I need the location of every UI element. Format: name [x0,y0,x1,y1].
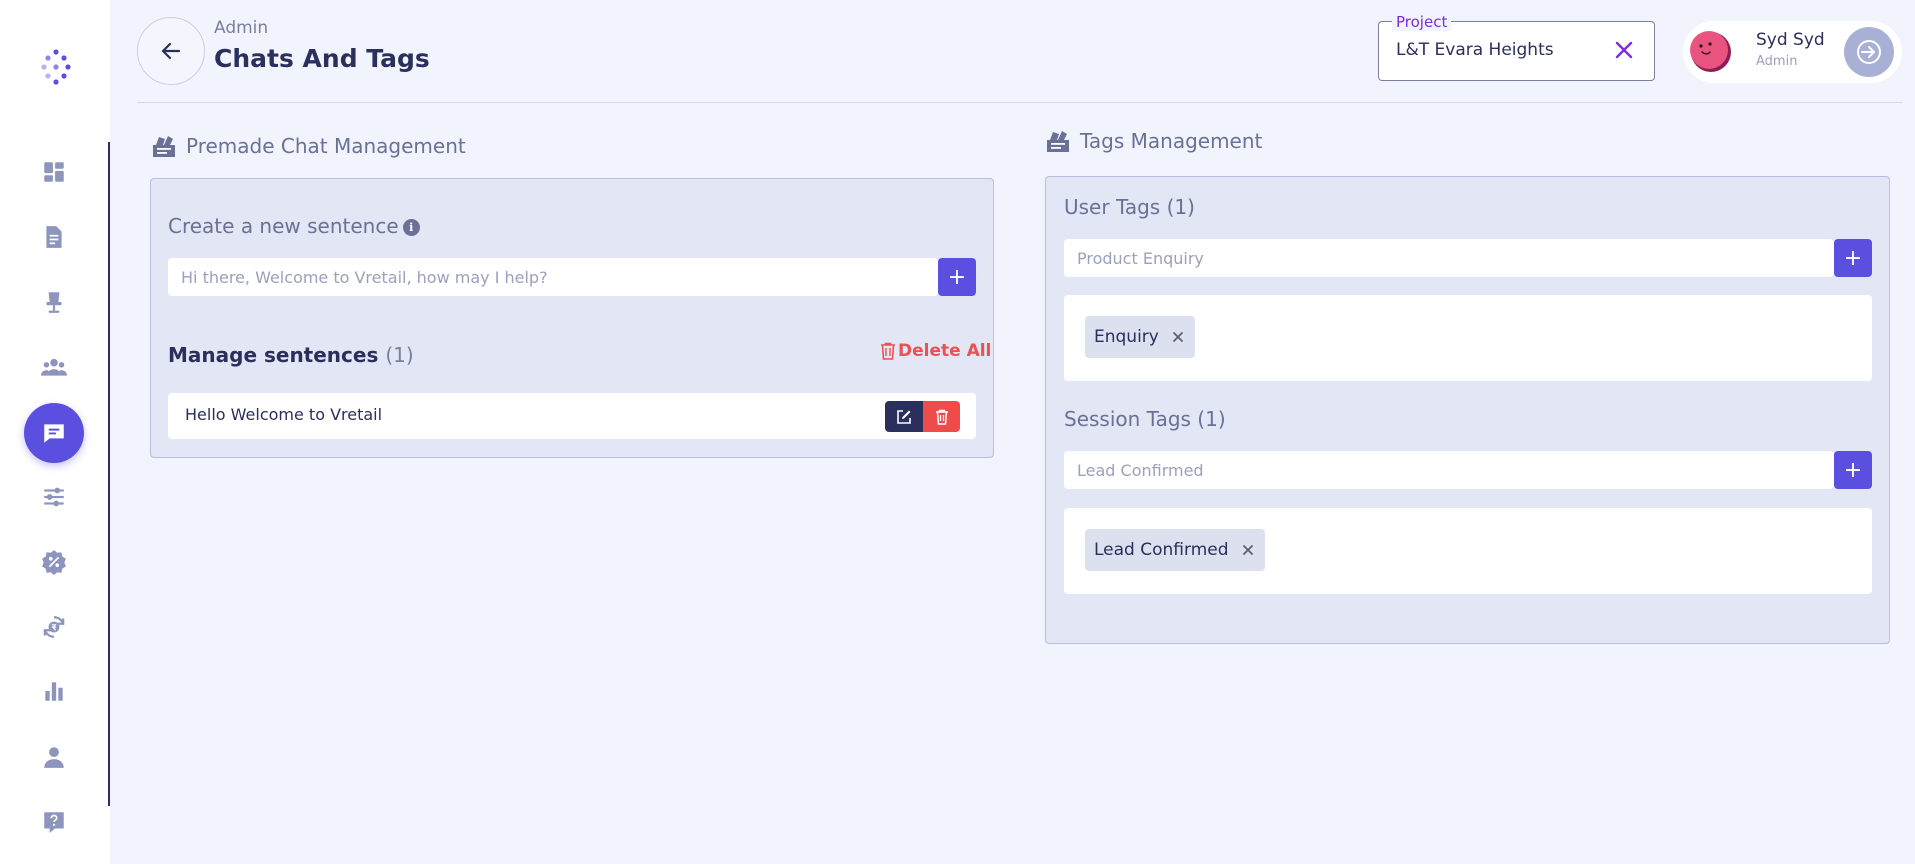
user-tag-label: Enquiry [1094,327,1159,347]
sidebar-item-offers[interactable] [24,532,84,592]
delete-all-button[interactable]: Delete All [880,341,991,361]
delete-all-label: Delete All [898,341,992,361]
avatar[interactable] [1688,29,1732,73]
sidebar-divider [108,142,110,806]
team-icon [41,358,67,376]
tags-section-header: Tags Management [1044,127,1262,155]
premade-section-header: Premade Chat Management [150,132,466,160]
trash-icon [881,342,895,360]
premade-section-title: Premade Chat Management [186,134,466,158]
manage-sentences-label: Manage sentences [168,343,379,367]
session-tag-input[interactable] [1064,451,1834,489]
logout-icon [1857,40,1881,64]
session-tags-label: Session Tags (1) [1064,407,1226,431]
sentence-text: Hello Welcome to Vretail [185,405,383,424]
bar-chart-icon [45,682,63,701]
document-icon [46,226,62,248]
back-button[interactable] [137,17,205,85]
new-sentence-input[interactable] [168,258,938,296]
sidebar-item-reports[interactable] [24,661,84,721]
rupee-refresh-icon [43,616,65,638]
add-user-tag-button[interactable]: + [1834,239,1872,277]
manage-sentences-title: Manage sentences (1) [168,343,414,367]
user-tag-chip: Enquiry [1085,316,1195,358]
remove-tag-icon[interactable] [1171,330,1185,344]
user-role: Admin [1756,54,1798,69]
sidebar-item-dashboard[interactable] [24,142,84,202]
project-value: L&T Evara Heights [1396,40,1554,60]
project-label: Project [1392,13,1452,31]
chair-icon [46,292,62,313]
trash-icon [935,409,948,425]
breadcrumb: Admin [214,18,269,38]
app-logo[interactable] [36,48,76,88]
info-icon[interactable]: i [402,219,420,236]
tags-section-title: Tags Management [1080,129,1263,153]
sidebar-item-seating[interactable] [24,272,84,332]
sidebar-item-profile[interactable] [24,727,84,787]
session-tag-chip: Lead Confirmed [1085,529,1265,571]
arrow-left-icon [161,42,181,60]
sliders-icon [44,487,64,507]
sidebar-item-chats[interactable] [24,403,84,463]
add-sentence-button[interactable]: + [938,258,976,296]
sidebar-item-help[interactable] [24,792,84,852]
edit-sentence-button[interactable] [885,401,923,432]
logout-button[interactable] [1844,27,1894,77]
session-tag-label: Lead Confirmed [1094,540,1229,560]
sidebar [0,0,110,864]
user-tag-input[interactable] [1064,239,1834,277]
dashboard-icon [44,162,64,182]
clear-project-icon[interactable] [1612,38,1636,62]
user-name: Syd Syd [1756,30,1825,50]
user-tags-label: User Tags (1) [1064,195,1195,219]
remove-tag-icon[interactable] [1241,543,1255,557]
sidebar-item-payments[interactable] [24,597,84,657]
create-sentence-label: Create a new sentence i [168,214,420,238]
create-sentence-text: Create a new sentence [168,214,399,238]
management-icon [153,136,175,157]
add-session-tag-button[interactable]: + [1834,451,1872,489]
user-icon [44,747,64,768]
delete-sentence-button[interactable] [923,401,960,432]
sidebar-item-documents[interactable] [24,207,84,267]
management-icon [1047,131,1069,152]
page-title: Chats And Tags [214,44,430,73]
sidebar-item-team[interactable] [24,337,84,397]
manage-sentences-count: (1) [385,343,414,367]
chat-icon [44,424,64,443]
sidebar-item-settings[interactable] [24,467,84,527]
header-divider [137,102,1902,103]
help-icon [44,812,64,833]
edit-icon [897,409,911,424]
discount-icon [42,550,66,575]
